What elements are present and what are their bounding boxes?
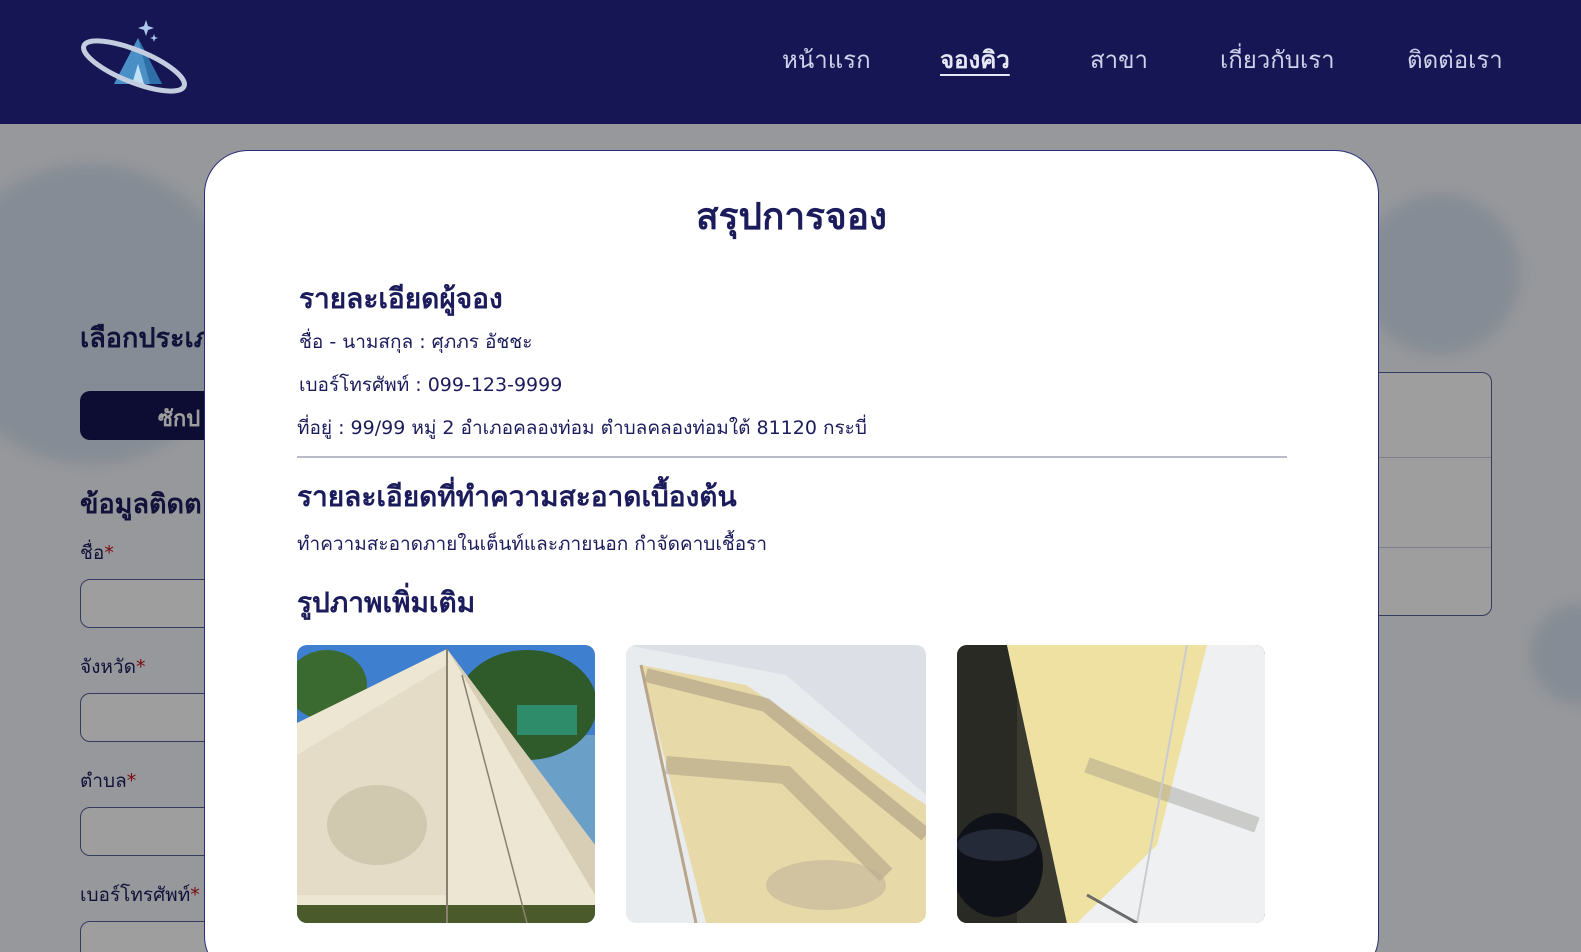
extra-photos-heading: รูปภาพเพิ่มเติม (297, 586, 476, 619)
section-divider (297, 456, 1287, 458)
modal-title: สรุปการจอง (696, 195, 887, 238)
stained-canvas-photo[interactable] (626, 645, 926, 923)
booker-details-heading: รายละเอียดผู้จอง (299, 282, 503, 315)
top-navbar: หน้าแรก จองคิว สาขา เกี่ยวกับเรา ติดต่อเ… (0, 0, 1581, 124)
nav-booking[interactable]: จองคิว (940, 40, 1010, 79)
nav-home[interactable]: หน้าแรก (782, 40, 871, 79)
booker-phone: เบอร์โทรศัพท์ : 099-123-9999 (299, 374, 563, 396)
cleaning-details-heading: รายละเอียดที่ทำความสะอาดเบื้องต้น (297, 480, 737, 513)
nav-contact[interactable]: ติดต่อเรา (1407, 40, 1503, 79)
booking-summary-modal: สรุปการจอง รายละเอียดผู้จอง ชื่อ - นามสก… (204, 150, 1379, 952)
booker-address: ที่อยู่ : 99/99 หมู่ 2 อำเภอคลองท่อม ตำบ… (297, 417, 867, 439)
brand-logo-icon[interactable] (80, 14, 188, 98)
canvas-bucket-photo[interactable] (957, 645, 1265, 923)
nav-about[interactable]: เกี่ยวกับเรา (1220, 40, 1335, 79)
booker-name: ชื่อ - นามสกุล : ศุภภร อัชชะ (299, 331, 533, 353)
nav-branches[interactable]: สาขา (1090, 40, 1148, 79)
cleaning-details-text: ทำความสะอาดภายในเต็นท์และภายนอก กำจัดคาบ… (297, 533, 768, 555)
tent-photo[interactable] (297, 645, 595, 923)
